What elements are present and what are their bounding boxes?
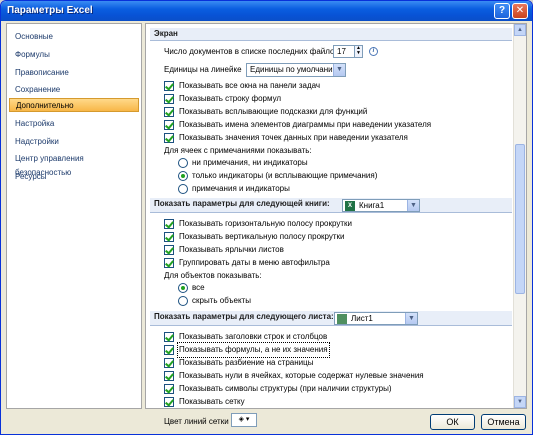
recent-docs-label: Число документов в списке последних файл… [164,47,341,56]
checkbox-label: Показывать формулы, а не их значения [177,342,330,358]
radio-label: только индикаторы (и всплывающие примеча… [192,171,378,180]
checkbox-show-function-tooltips[interactable] [164,107,174,117]
section-header-workbook: Показать параметры для следующей книги: [150,198,512,213]
recent-docs-value: 17 [337,47,346,56]
checkbox-row-column-headers[interactable] [164,332,174,342]
chevron-down-icon[interactable]: ▼ [405,313,417,324]
checkbox-show-formula-bar[interactable] [164,94,174,104]
settings-pane[interactable]: Экран Число документов в списке последни… [145,23,527,409]
checkbox-sheet-tabs[interactable] [164,245,174,255]
section-header-sheet: Показать параметры для следующего листа: [150,311,512,326]
help-button[interactable]: ? [494,3,510,19]
checkbox-show-chart-element-names[interactable] [164,120,174,130]
info-icon: i [369,47,378,56]
checkbox-label: Показывать вертикальную полосу прокрутки [179,232,345,241]
section-header-screen: Экран [150,28,512,41]
excel-sheet-icon [337,314,347,324]
radio-comments-and-indicators[interactable] [178,184,188,194]
checkbox-label: Показывать все окна на панели задач [179,81,321,90]
nav-item-save[interactable]: Сохранение [9,83,139,97]
chevron-down-icon[interactable]: ▼ [333,64,345,76]
checkbox-vertical-scrollbar[interactable] [164,232,174,242]
checkbox-outline-symbols[interactable] [164,384,174,394]
checkbox-show-gridlines[interactable] [164,397,174,407]
checkbox-label: Показывать ярлычки листов [179,245,284,254]
radio-label: ни примечания, ни индикаторы [192,158,308,167]
sheet-header-label: Показать параметры для следующего листа: [154,312,334,321]
cancel-button[interactable]: Отмена [481,414,526,430]
checkbox-show-data-point-values[interactable] [164,133,174,143]
checkbox-label: Показывать строку формул [179,94,282,103]
ruler-units-label: Единицы на линейке [164,65,242,74]
radio-label: примечания и индикаторы [192,184,290,193]
radio-indicators-only[interactable] [178,171,188,181]
ruler-units-dropdown[interactable]: Единицы по умолчанию ▼ [246,63,346,77]
radio-no-comments[interactable] [178,158,188,168]
checkbox-horizontal-scrollbar[interactable] [164,219,174,229]
checkbox-label: Показывать сетку [179,397,245,406]
checkbox-show-formulas[interactable] [164,345,174,355]
nav-item-general[interactable]: Основные [9,30,139,44]
vertical-scrollbar[interactable]: ▲ ▼ [513,24,526,408]
nav-item-proofing[interactable]: Правописание [9,66,139,80]
workbook-dropdown[interactable]: X Книга1 ▼ [342,199,420,212]
scroll-thumb[interactable] [515,144,525,294]
checkbox-show-all-windows[interactable] [164,81,174,91]
nav-item-customize[interactable]: Настройка [9,117,139,131]
checkbox-label: Показывать всплывающие подсказки для фун… [179,107,368,116]
objects-label: Для объектов показывать: [164,271,262,280]
radio-hide-objects[interactable] [178,296,188,306]
nav-item-trust-center[interactable]: Центр управления безопасностью [9,152,139,177]
chevron-down-icon[interactable]: ▼ [407,200,419,211]
radio-label: скрыть объекты [192,296,251,305]
checkbox-label: Показывать горизонтальную полосу прокрут… [179,219,352,228]
checkbox-label: Показывать разбиение на страницы [179,358,314,367]
grid-color-label: Цвет линий сетки [164,417,229,426]
checkbox-label: Группировать даты в меню автофильтра [179,258,330,267]
nav-item-addins[interactable]: Надстройки [9,135,139,149]
workbook-header-label: Показать параметры для следующей книги: [154,199,330,208]
checkbox-label: Показывать заголовки строк и столбцов [179,332,328,341]
paint-bucket-icon: ◈ [238,416,244,423]
checkbox-label: Показывать значения точек данных при нав… [179,133,408,142]
title-bar[interactable]: Параметры Excel ? ✕ [1,1,532,21]
spinner-arrows[interactable]: ▲ ▼ [354,46,362,57]
excel-workbook-icon: X [345,201,355,211]
scroll-up-icon[interactable]: ▲ [514,24,526,36]
checkbox-page-breaks[interactable] [164,358,174,368]
checkbox-label: Показывать имена элементов диаграммы при… [179,120,432,129]
radio-label: все [192,283,205,292]
checkbox-show-zeros[interactable] [164,371,174,381]
checkbox-label: Показывать нули в ячейках, которые содер… [179,371,424,380]
chevron-down-icon[interactable]: ▾ [246,416,250,423]
ok-button[interactable]: ОК [430,414,475,430]
checkbox-label: Показывать символы структуры (при наличи… [179,384,392,393]
nav-item-formulas[interactable]: Формулы [9,48,139,62]
dialog-body: Основные Формулы Правописание Сохранение… [4,21,529,432]
ruler-units-value: Единицы по умолчанию [250,65,339,74]
window-title: Параметры Excel [7,5,93,16]
spin-down-icon[interactable]: ▼ [355,51,362,56]
close-button[interactable]: ✕ [512,3,528,19]
nav-item-resources[interactable]: Ресурсы [9,170,139,184]
nav-item-advanced[interactable]: Дополнительно [9,98,139,112]
recent-docs-spinner[interactable]: 17 ▲ ▼ [333,45,363,58]
options-dialog: Параметры Excel ? ✕ Основные Формулы Пра… [0,0,533,435]
comments-label: Для ячеек с примечаниями показывать: [164,146,312,155]
scroll-down-icon[interactable]: ▼ [514,396,526,408]
category-nav: Основные Формулы Правописание Сохранение… [6,23,142,409]
radio-show-all-objects[interactable] [178,283,188,293]
checkbox-group-dates[interactable] [164,258,174,268]
grid-color-picker[interactable]: ◈ ▾ [231,413,257,427]
sheet-dropdown[interactable]: Лист1 ▼ [334,312,418,325]
